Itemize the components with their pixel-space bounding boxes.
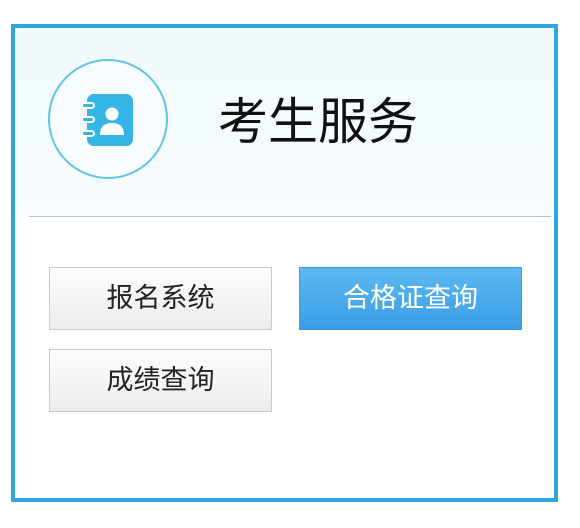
score-query-button[interactable]: 成绩查询 <box>49 349 272 412</box>
icon-circle <box>48 59 168 179</box>
registration-system-button[interactable]: 报名系统 <box>49 267 272 330</box>
header-divider <box>29 216 551 217</box>
page-title: 考生服务 <box>218 93 418 151</box>
contact-book-icon <box>81 94 133 146</box>
certificate-query-button[interactable]: 合格证查询 <box>299 267 522 330</box>
candidate-service-panel: 考生服务 报名系统 合格证查询 成绩查询 <box>11 24 558 502</box>
panel-header: 考生服务 <box>15 28 554 216</box>
